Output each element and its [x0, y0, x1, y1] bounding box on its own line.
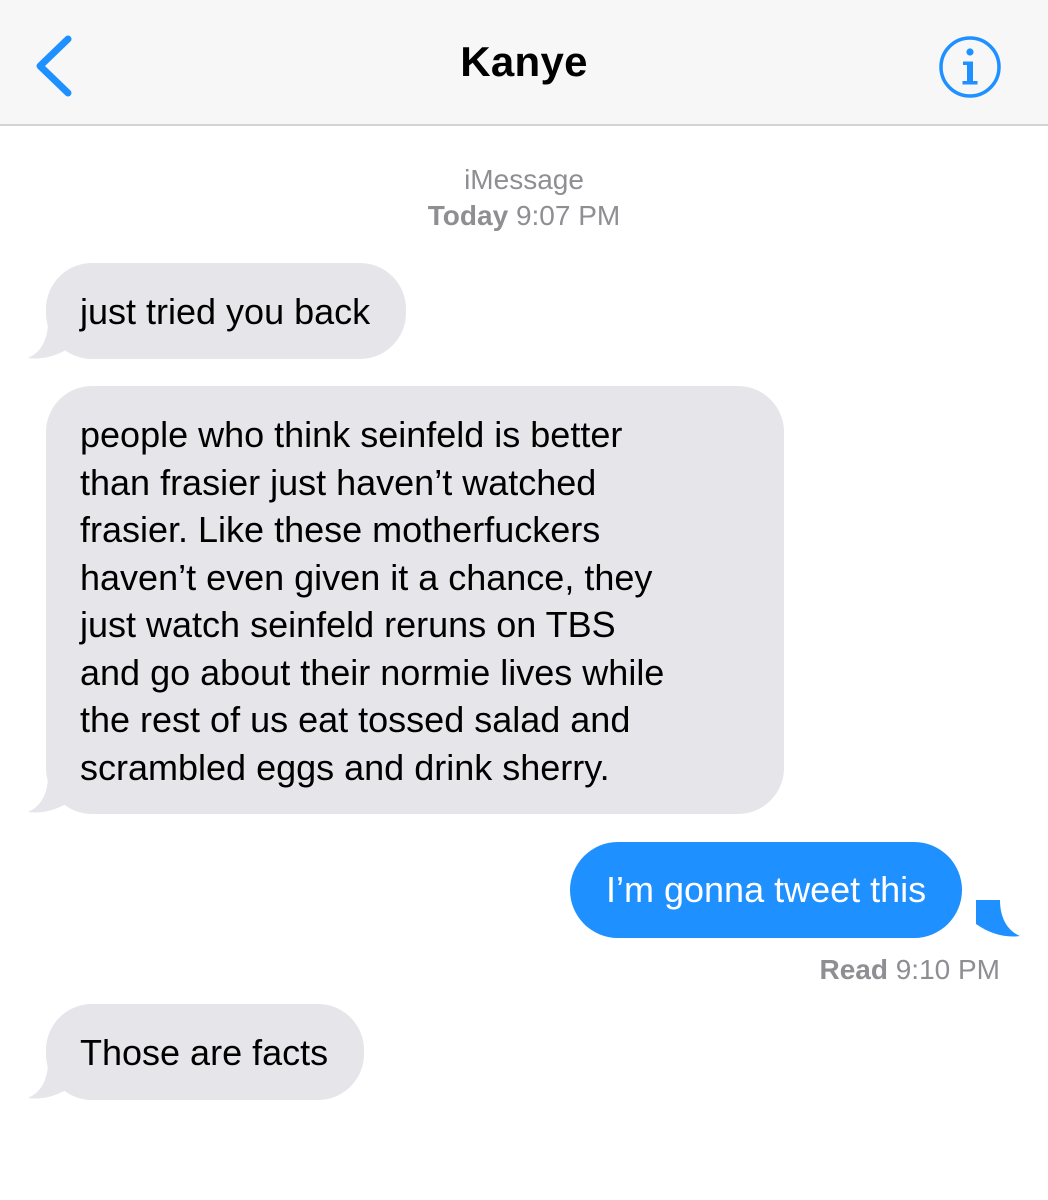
message-bubble-incoming[interactable]: people who think seinfeld is better than… — [46, 386, 784, 814]
read-receipt-time: 9:10 PM — [895, 954, 1000, 985]
info-circle-icon[interactable] — [938, 35, 1002, 99]
read-receipt-label: Read — [819, 954, 888, 985]
contact-name: Kanye — [460, 38, 588, 85]
conversation-timestamp: Today 9:07 PM — [0, 200, 1048, 232]
message-bubble-incoming[interactable]: Those are facts — [46, 1004, 365, 1100]
service-label: iMessage — [464, 164, 584, 195]
timestamp-time: 9:07 PM — [515, 200, 621, 231]
timestamp-day: Today — [427, 200, 509, 231]
message-bubble-incoming[interactable]: just tried you back — [46, 263, 407, 359]
bubble-tail — [976, 900, 1020, 937]
navigation-bar: Kanye — [0, 0, 1048, 126]
message-bubble-outgoing[interactable]: I’m gonna tweet this — [570, 842, 963, 938]
read-receipt: Read 9:10 PM — [819, 954, 1000, 986]
chevron-left-icon[interactable] — [30, 33, 78, 99]
